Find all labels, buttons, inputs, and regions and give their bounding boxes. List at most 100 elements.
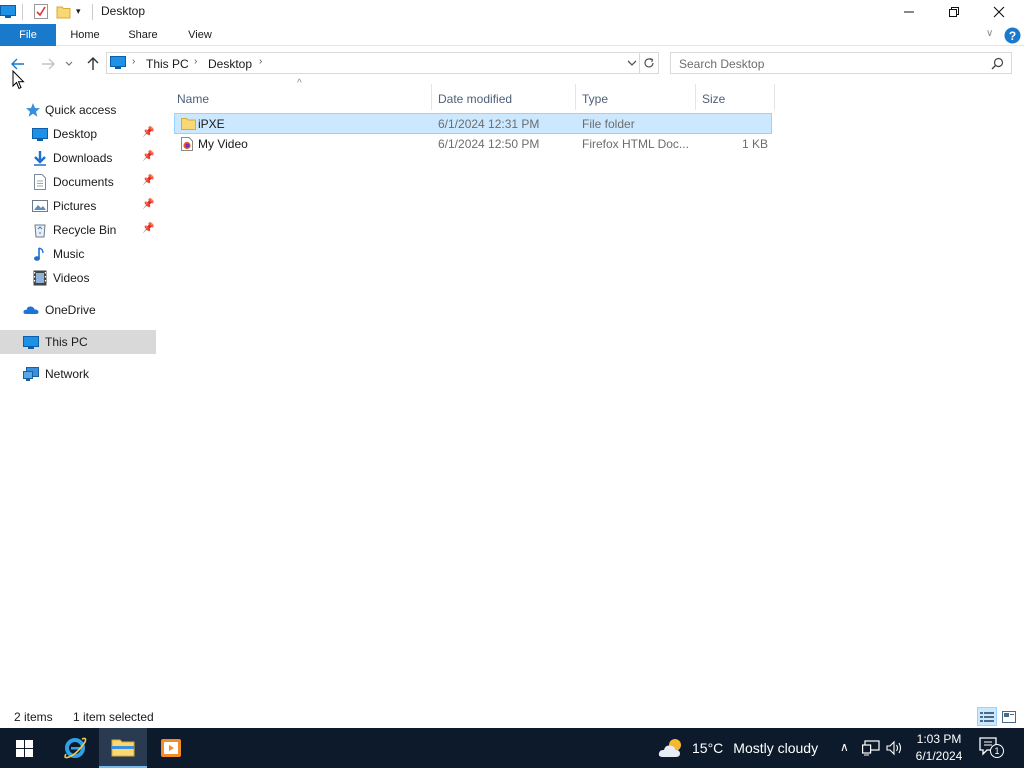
search-input[interactable]: Search Desktop (679, 57, 764, 71)
sidebar-item-recycle-bin[interactable]: Recycle Bin 📌 (0, 218, 156, 242)
sidebar-item-downloads[interactable]: Downloads 📌 (0, 146, 156, 170)
restore-icon (948, 7, 959, 17)
recent-locations-button[interactable] (63, 55, 75, 73)
forward-arrow-icon (42, 58, 55, 70)
desktop-icon (32, 128, 48, 141)
file-row-my-video[interactable]: My Video 6/1/2024 12:50 PM Firefox HTML … (174, 134, 772, 155)
forward-button[interactable] (39, 55, 57, 73)
item-count: 2 items (14, 710, 53, 724)
tab-view[interactable]: View (180, 24, 220, 46)
downloads-icon (34, 151, 46, 166)
action-center-button[interactable]: 1 (978, 736, 1008, 760)
title-bar: ▾ Desktop (0, 0, 1024, 24)
tab-file[interactable]: File (0, 24, 56, 46)
breadcrumb-separator-icon[interactable]: › (259, 56, 262, 67)
column-header-type[interactable]: Type (576, 84, 696, 110)
navigation-bar: › This PC › Desktop › Search Desktop (0, 47, 1024, 90)
folder-icon (181, 118, 196, 130)
address-bar[interactable]: › This PC › Desktop › (106, 52, 640, 74)
volume-icon[interactable] (886, 740, 904, 756)
new-folder-icon[interactable] (56, 4, 71, 19)
refresh-button[interactable] (640, 52, 659, 74)
column-header-name[interactable]: Name (171, 84, 432, 110)
internet-explorer-icon (64, 737, 87, 759)
weather-widget[interactable]: 15°C Mostly cloudy (658, 728, 818, 768)
details-view-button[interactable] (977, 707, 997, 726)
sidebar-item-label: Pictures (53, 199, 97, 213)
notification-badge: 1 (990, 744, 1004, 758)
clock[interactable]: 1:03 PM 6/1/2024 (908, 731, 970, 765)
sidebar-item-quick-access[interactable]: Quick access (0, 98, 156, 122)
close-button[interactable] (976, 0, 1021, 24)
sidebar-item-onedrive[interactable]: OneDrive (0, 298, 156, 322)
chevron-down-icon (65, 61, 73, 66)
customize-qat-chevron-icon[interactable]: ▾ (76, 6, 81, 17)
file-name: My Video (198, 137, 248, 151)
pin-icon: 📌 (142, 175, 155, 186)
sidebar-item-desktop[interactable]: Desktop 📌 (0, 122, 156, 146)
column-header-label: Type (582, 92, 609, 106)
file-list: ^ Name Date modified Type Size iPXE 6/1/… (160, 78, 1024, 705)
network-status-icon[interactable] (862, 740, 880, 756)
sidebar-item-documents[interactable]: Documents 📌 (0, 170, 156, 194)
taskbar-file-explorer[interactable] (99, 728, 147, 768)
breadcrumb-desktop[interactable]: Desktop (208, 57, 252, 71)
firefox-html-icon (181, 137, 193, 151)
minimize-button[interactable] (886, 0, 931, 24)
column-header-date-modified[interactable]: Date modified (432, 84, 576, 110)
media-player-icon (161, 739, 181, 757)
ribbon-tabs: File Home Share View ∨ ? (0, 24, 1024, 46)
onedrive-cloud-icon (23, 306, 39, 314)
recycle-bin-icon (34, 224, 46, 238)
sidebar-item-label: Desktop (53, 127, 98, 141)
breadcrumb-separator-icon[interactable]: › (194, 56, 197, 67)
window-app-icon (0, 5, 16, 18)
weather-temperature: 15°C (692, 740, 724, 756)
breadcrumb-separator-icon[interactable]: › (132, 56, 135, 67)
sidebar-item-videos[interactable]: Videos (0, 266, 156, 290)
show-hidden-icons-chevron-icon[interactable]: ∧ (840, 740, 849, 754)
help-icon[interactable]: ? (1004, 27, 1021, 44)
file-date: 6/1/2024 12:31 PM (438, 117, 540, 131)
status-bar: 2 items 1 item selected (0, 705, 1024, 728)
this-pc-icon (23, 336, 39, 349)
address-history-chevron-icon[interactable] (627, 60, 637, 67)
search-icon[interactable] (991, 57, 1004, 70)
sidebar-item-music[interactable]: Music (0, 242, 156, 266)
pictures-icon (32, 200, 48, 212)
this-pc-icon (110, 56, 126, 69)
window-title: Desktop (101, 4, 146, 18)
sidebar-item-this-pc[interactable]: This PC (0, 330, 156, 354)
taskbar-internet-explorer[interactable] (51, 728, 99, 768)
search-box[interactable]: Search Desktop (670, 52, 1012, 74)
sidebar-item-network[interactable]: Network (0, 362, 156, 386)
sidebar-item-label: Recycle Bin (53, 223, 117, 237)
qat-divider (92, 4, 93, 20)
tab-share[interactable]: Share (122, 24, 164, 46)
sidebar-item-label: Downloads (53, 151, 113, 165)
star-icon (26, 103, 40, 117)
sidebar-item-pictures[interactable]: Pictures 📌 (0, 194, 156, 218)
sidebar-item-label: Documents (53, 175, 114, 189)
file-row-ipxe[interactable]: iPXE 6/1/2024 12:31 PM File folder (174, 113, 772, 134)
properties-icon[interactable] (34, 4, 48, 19)
large-icons-view-button[interactable] (999, 707, 1019, 726)
details-view-icon (980, 711, 994, 722)
sidebar-item-label: This PC (45, 335, 88, 349)
clock-time: 1:03 PM (916, 732, 962, 746)
pin-icon: 📌 (142, 223, 155, 234)
taskbar-media-app[interactable] (147, 728, 195, 768)
pin-icon: 📌 (142, 199, 155, 210)
column-header-size[interactable]: Size (696, 84, 775, 110)
sidebar-item-label: Videos (53, 271, 90, 285)
clock-date: 6/1/2024 (915, 749, 963, 763)
documents-icon (34, 174, 46, 190)
sidebar-item-label: Network (45, 367, 90, 381)
file-explorer-icon (111, 739, 135, 757)
restore-button[interactable] (931, 0, 976, 24)
expand-ribbon-chevron-icon[interactable]: ∨ (986, 28, 993, 39)
tab-home[interactable]: Home (64, 24, 106, 46)
start-button[interactable] (0, 728, 48, 768)
breadcrumb-this-pc[interactable]: This PC (146, 57, 189, 71)
up-button[interactable] (84, 55, 102, 73)
